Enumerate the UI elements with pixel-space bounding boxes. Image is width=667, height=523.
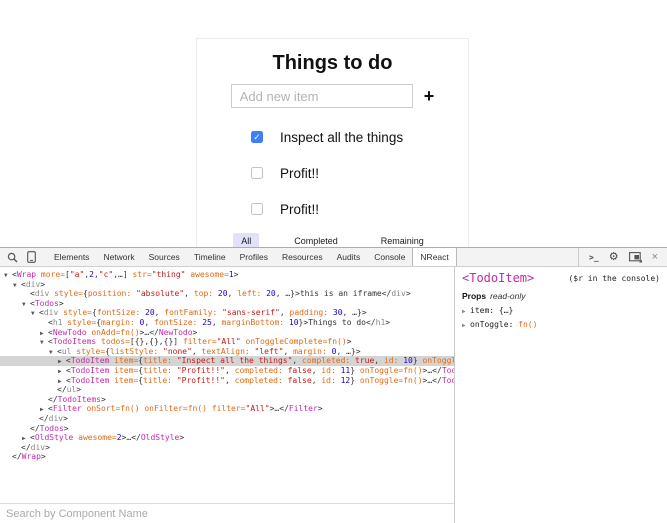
tree-row[interactable]: ▶<TodoItem item={title: "Inspect all the… (0, 356, 454, 366)
props-header: <TodoItem> ($r in the console) (462, 271, 660, 285)
expander-closed-icon[interactable]: ▶ (462, 322, 470, 329)
devtools-main: ▼<Wrap more=["a",2,"c",…] str="thing" aw… (0, 267, 667, 523)
app-title: Things to do (197, 52, 468, 75)
tab-sources[interactable]: Sources (142, 248, 187, 266)
tree-row[interactable]: <h1 style={margin: 0, fontSize: 25, marg… (0, 318, 454, 328)
prop-row[interactable]: ▶onToggle: fn() (462, 320, 660, 329)
devtools-panel: ElementsNetworkSourcesTimelineProfilesRe… (0, 247, 667, 523)
todo-label: Profit!! (280, 166, 319, 181)
tab-network[interactable]: Network (96, 248, 141, 266)
tab-audits[interactable]: Audits (330, 248, 368, 266)
props-list: ▶item: {…}▶onToggle: fn() (462, 306, 660, 329)
props-readonly-label: read-only (490, 291, 525, 301)
todo-item: Profit!! (251, 166, 468, 180)
component-search-bar (0, 503, 454, 523)
tree-row[interactable]: ▶<OldStyle awesome=2>…</OldStyle> (0, 433, 454, 443)
tree-row[interactable]: ▼<Wrap more=["a",2,"c",…] str="thing" aw… (0, 270, 454, 280)
tree-row[interactable]: </div> (0, 414, 454, 424)
todo-label: Profit!! (280, 202, 319, 217)
add-item-input[interactable] (231, 84, 413, 108)
expander-open-icon[interactable]: ▼ (13, 281, 21, 291)
tree-row[interactable]: ▼<TodoItems todos=[{},{},{}] filter="All… (0, 337, 454, 347)
settings-gear-icon[interactable]: ⚙ (609, 252, 619, 263)
tree-row[interactable]: ▼<Todos> (0, 299, 454, 309)
prop-row[interactable]: ▶item: {…} (462, 306, 660, 315)
component-tree: ▼<Wrap more=["a",2,"c",…] str="thing" aw… (0, 267, 454, 462)
tree-row[interactable]: ▶<Filter onSort=fn() onFilter=fn() filte… (0, 404, 454, 414)
expander-open-icon[interactable]: ▼ (49, 348, 57, 358)
tree-row[interactable]: ▼<ul style={listStyle: "none", textAlign… (0, 347, 454, 357)
props-section-label: Props read-only (462, 291, 660, 301)
tab-console[interactable]: Console (367, 248, 412, 266)
prop-name: item: (470, 306, 499, 315)
close-icon[interactable]: × (652, 252, 658, 263)
checkbox-checked-icon[interactable]: ✓ (251, 131, 263, 143)
tree-row[interactable]: ▶<TodoItem item={title: "Profit!!", comp… (0, 366, 454, 376)
devtools-tabs: ElementsNetworkSourcesTimelineProfilesRe… (47, 248, 457, 266)
todo-item: ✓ Inspect all the things (251, 130, 468, 144)
prop-name: onToggle: (470, 320, 518, 329)
toolbar-right-controls: >_ ⚙ × (578, 248, 667, 266)
tree-row[interactable]: ▼<div> (0, 280, 454, 290)
expander-open-icon[interactable]: ▼ (4, 271, 12, 281)
dock-side-icon[interactable] (629, 252, 642, 263)
todo-item: Profit!! (251, 202, 468, 216)
expander-open-icon[interactable]: ▼ (22, 300, 30, 310)
tab-elements[interactable]: Elements (47, 248, 96, 266)
tree-row[interactable]: </ul> (0, 385, 454, 395)
console-hint-label: ($r in the console) (568, 274, 660, 283)
tree-row[interactable]: </TodoItems> (0, 395, 454, 405)
tree-row[interactable]: </div> (0, 443, 454, 453)
tree-row[interactable]: ▼<div style={fontSize: 20, fontFamily: "… (0, 308, 454, 318)
device-mode-icon[interactable] (27, 251, 36, 263)
todo-list: ✓ Inspect all the things Profit!! Profit!! (197, 130, 468, 216)
tree-row[interactable]: </Todos> (0, 424, 454, 434)
component-search-input[interactable] (0, 504, 454, 523)
tab-profiles[interactable]: Profiles (233, 248, 275, 266)
tree-row[interactable]: <div style={position: "absolute", top: 2… (0, 289, 454, 299)
checkbox-unchecked-icon[interactable] (251, 203, 263, 215)
todo-label: Inspect all the things (280, 130, 403, 145)
tab-timeline[interactable]: Timeline (187, 248, 233, 266)
expander-open-icon[interactable]: ▼ (40, 338, 48, 348)
tab-nreact[interactable]: NReact (412, 248, 456, 266)
tree-row[interactable]: ▶<NewTodo onAdd=fn()>…</NewTodo> (0, 328, 454, 338)
prop-value: fn() (518, 320, 537, 329)
prop-value: {…} (499, 306, 513, 315)
expander-open-icon[interactable]: ▼ (31, 309, 39, 319)
app-iframe: Things to do + ✓ Inspect all the things Pr… (196, 38, 469, 247)
expander-closed-icon[interactable]: ▶ (462, 308, 470, 315)
props-panel: <TodoItem> ($r in the console) Props read… (455, 267, 667, 523)
selected-component-tag: <TodoItem> (462, 271, 534, 285)
console-drawer-icon[interactable]: >_ (589, 253, 599, 262)
tree-row[interactable]: ▶<TodoItem item={title: "Profit!!", comp… (0, 376, 454, 386)
add-item-button[interactable]: + (424, 87, 435, 105)
component-tree-pane: ▼<Wrap more=["a",2,"c",…] str="thing" aw… (0, 267, 455, 523)
add-item-row: + (197, 84, 468, 108)
browser-page-region: Things to do + ✓ Inspect all the things Pr… (0, 0, 667, 247)
checkbox-unchecked-icon[interactable] (251, 167, 263, 179)
tree-row[interactable]: </Wrap> (0, 452, 454, 462)
tab-resources[interactable]: Resources (275, 248, 330, 266)
props-label: Props (462, 291, 486, 301)
inspect-element-icon[interactable] (7, 252, 18, 263)
devtools-toolbar: ElementsNetworkSourcesTimelineProfilesRe… (0, 248, 667, 267)
